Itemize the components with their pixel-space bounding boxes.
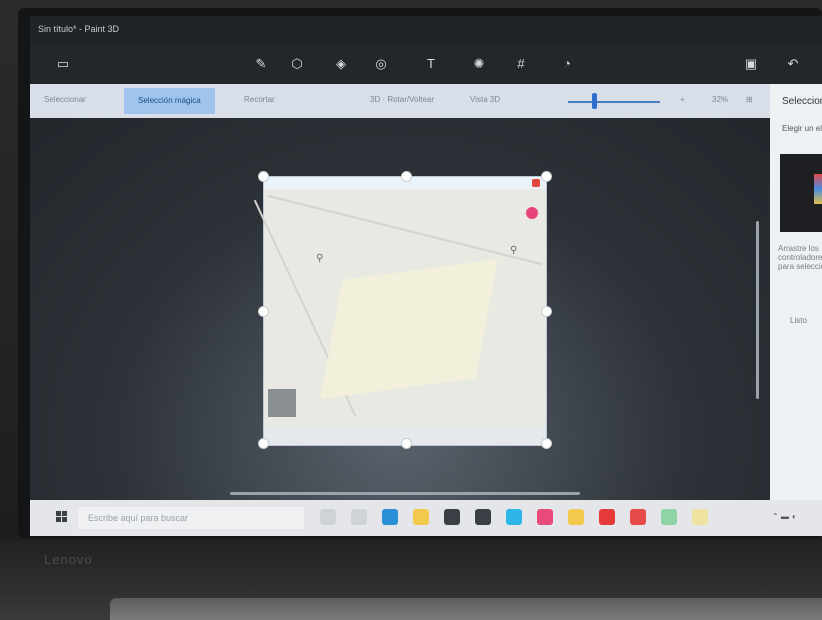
zoom-value: 32%: [712, 95, 729, 104]
rotate-flip-button[interactable]: 3D · Rotar/Voltear: [370, 95, 434, 104]
laptop-hinge: [110, 598, 822, 620]
people-icon[interactable]: [692, 509, 708, 525]
plus-icon[interactable]: +: [680, 95, 685, 104]
opera-icon[interactable]: [599, 509, 615, 525]
select-button[interactable]: Seleccionar: [44, 95, 86, 104]
resize-handle-left[interactable]: [258, 306, 269, 317]
laptop-screen: Sin título* - Paint 3D ▭ ✎ ⬡ ◈ ◎ T ✺ # ◔…: [30, 16, 822, 536]
system-tray[interactable]: ⌃ ▬ ◖: [772, 512, 796, 521]
media-icon[interactable]: [537, 509, 553, 525]
shapes-2d-icon[interactable]: ⬡: [286, 54, 308, 74]
resize-handle-right[interactable]: [541, 306, 552, 317]
resize-handle-bottom-right[interactable]: [541, 438, 552, 449]
pasted-map: ⚲ ⚲: [253, 189, 546, 427]
magic-select-button[interactable]: Selección mágica: [124, 88, 215, 114]
selection-thumbnail: [780, 154, 822, 232]
command-bar: Seleccionar Selección mágica Recortar 3D…: [30, 84, 770, 118]
window-titlebar: Sin título* - Paint 3D: [30, 16, 822, 44]
camera-icon[interactable]: [444, 509, 460, 525]
paint3d-icon[interactable]: [661, 509, 677, 525]
vertical-scrollbar[interactable]: [756, 221, 759, 399]
map-minimap: [268, 389, 296, 417]
canvas-image[interactable]: ⚲ ⚲: [253, 176, 547, 446]
crop-button[interactable]: Recortar: [244, 95, 275, 104]
map-pin-icon: ⚲: [510, 245, 518, 256]
close-icon: [532, 179, 540, 187]
stickers-icon[interactable]: ◎: [370, 54, 392, 74]
brand-logo: Lenovo: [44, 552, 93, 567]
resize-handle-top-right[interactable]: [541, 171, 552, 182]
cortana-icon[interactable]: [320, 509, 336, 525]
paste-icon[interactable]: ▣: [740, 54, 762, 74]
done-button[interactable]: Listo: [790, 316, 807, 325]
text-icon[interactable]: T: [420, 54, 442, 74]
resize-handle-bottom[interactable]: [401, 438, 412, 449]
resize-handle-top-left[interactable]: [258, 171, 269, 182]
panel-title: Seleccionar: [782, 96, 822, 107]
map-area: [320, 259, 498, 399]
shapes-3d-icon[interactable]: ◈: [330, 54, 352, 74]
window-title: Sin título* - Paint 3D: [38, 24, 120, 34]
task-view-icon[interactable]: [351, 509, 367, 525]
paint3d-toolbar: ▭ ✎ ⬡ ◈ ◎ T ✺ # ◔ ▣ ↶: [30, 44, 822, 84]
taskbar-search-input[interactable]: Escribe aquí para buscar: [78, 507, 304, 529]
library-icon[interactable]: ◔: [556, 54, 578, 74]
canvas-icon[interactable]: #: [510, 54, 532, 74]
resize-handle-top[interactable]: [401, 171, 412, 182]
horizontal-scrollbar[interactable]: [230, 492, 580, 495]
select-side-panel: Seleccionar Elegir un elemento Arrastre …: [770, 84, 822, 516]
windows-start-icon[interactable]: [56, 511, 68, 523]
windows-taskbar: Escribe aquí para buscar ⌃ ▬ ◖: [30, 500, 822, 536]
map-pin-icon: ⚲: [316, 253, 324, 264]
brushes-icon[interactable]: ✎: [250, 54, 272, 74]
map-fab-icon: [526, 207, 538, 219]
zoom-slider-track[interactable]: [568, 101, 660, 103]
panel-help-text: Arrastre los controladores para seleccio…: [778, 244, 822, 271]
resize-handle-bottom-left[interactable]: [258, 438, 269, 449]
undo-icon[interactable]: ↶: [782, 54, 804, 74]
acrobat-icon[interactable]: [630, 509, 646, 525]
effects-icon[interactable]: ✺: [468, 54, 490, 74]
menu-icon[interactable]: ▭: [52, 54, 74, 74]
fit-icon[interactable]: ⊞: [746, 95, 753, 104]
chrome-icon[interactable]: [568, 509, 584, 525]
map-road: [267, 194, 543, 266]
view-3d-button[interactable]: Vista 3D: [470, 95, 500, 104]
mail-icon[interactable]: [475, 509, 491, 525]
edge-icon[interactable]: [382, 509, 398, 525]
store-icon[interactable]: [506, 509, 522, 525]
explorer-icon[interactable]: [413, 509, 429, 525]
panel-subtitle: Elegir un elemento: [782, 124, 822, 133]
zoom-slider-thumb[interactable]: [592, 93, 597, 109]
canvas-area[interactable]: ⚲ ⚲: [30, 118, 770, 516]
